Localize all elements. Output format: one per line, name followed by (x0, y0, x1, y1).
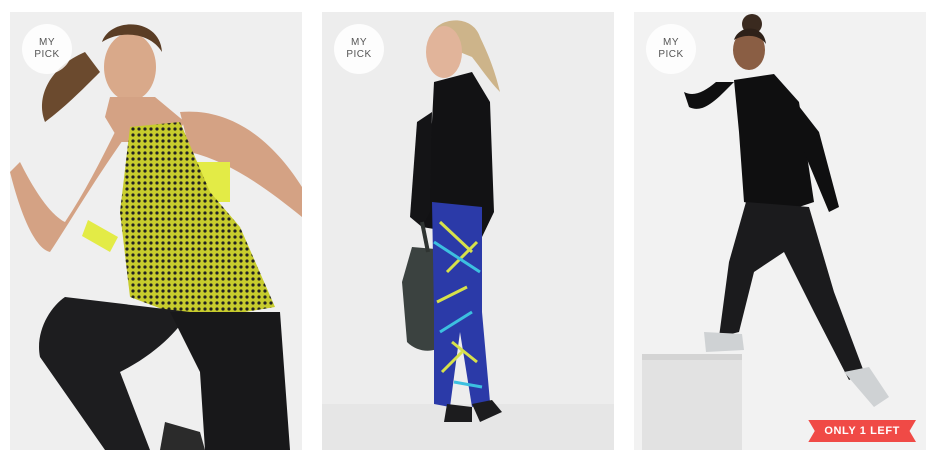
product-photo-mesh-tank[interactable] (10, 12, 302, 450)
product-grid: MY PICK MY PICK MY PICK ONLY 1 LEFT (0, 0, 930, 463)
product-card[interactable]: MY PICK ONLY 1 LEFT (634, 12, 926, 450)
stock-badge: ONLY 1 LEFT (808, 420, 916, 442)
product-card[interactable]: MY PICK (322, 12, 614, 450)
my-pick-button[interactable]: MY PICK (646, 24, 696, 74)
product-photo-printed-leggings[interactable] (322, 12, 614, 450)
product-photo-black-top-step-up[interactable] (634, 12, 926, 450)
product-card[interactable]: MY PICK (10, 12, 302, 450)
my-pick-button[interactable]: MY PICK (334, 24, 384, 74)
my-pick-button[interactable]: MY PICK (22, 24, 72, 74)
